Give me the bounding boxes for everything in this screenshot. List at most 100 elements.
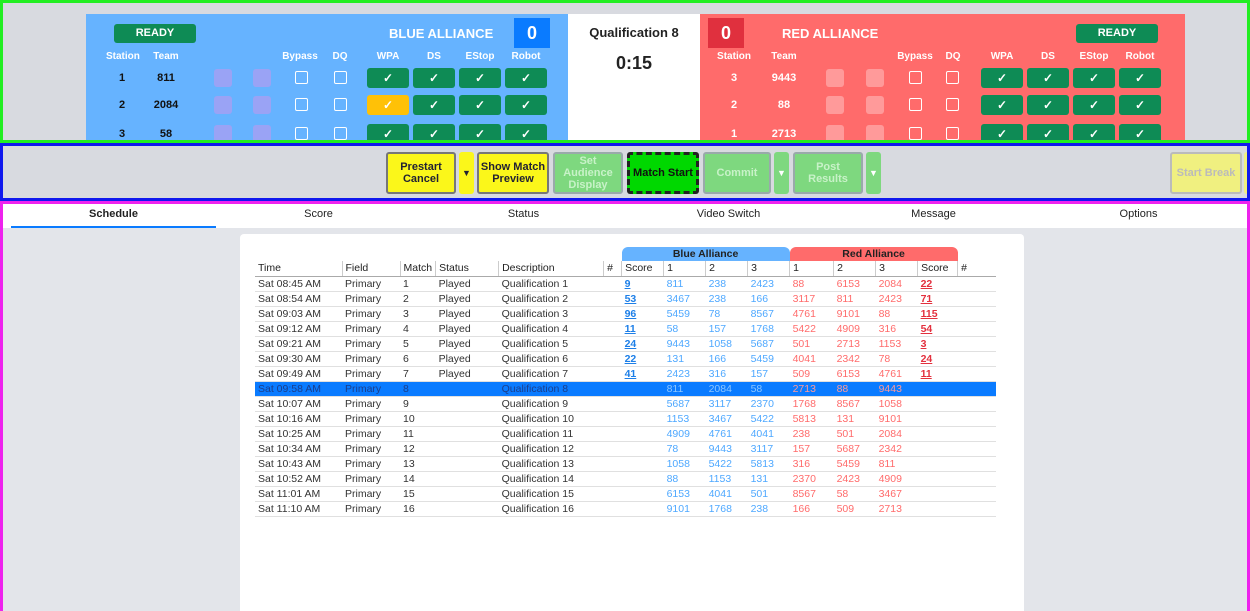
red-score-link[interactable]: 11 xyxy=(917,366,958,382)
prestart-cancel-button[interactable]: Prestart Cancel xyxy=(386,152,456,194)
table-row[interactable]: Sat 08:45 AM Primary 1 Played Qualification … xyxy=(255,276,996,292)
dq-checkbox[interactable] xyxy=(334,98,347,111)
blue-score-link[interactable] xyxy=(621,426,664,442)
estop-status[interactable]: ✓ xyxy=(459,95,501,115)
tab-schedule[interactable]: Schedule xyxy=(11,204,216,228)
dq-checkbox[interactable] xyxy=(946,71,959,84)
table-row[interactable]: Sat 11:01 AM Primary 15 Qualification 15 615… xyxy=(255,486,996,502)
red-score-link[interactable]: 24 xyxy=(917,351,958,367)
camera-icon[interactable] xyxy=(214,96,232,114)
red-score-link[interactable]: 71 xyxy=(917,291,958,307)
red-score-link[interactable]: 54 xyxy=(917,321,958,337)
table-row[interactable]: Sat 09:03 AM Primary 3 Played Qualification … xyxy=(255,306,996,322)
red-team-3-cell: 2084 xyxy=(875,276,918,292)
camera-icon[interactable] xyxy=(826,125,844,140)
log-icon[interactable] xyxy=(866,96,884,114)
table-row[interactable]: Sat 10:25 AM Primary 11 Qualification 11 490… xyxy=(255,426,996,442)
bypass-checkbox[interactable] xyxy=(295,127,308,140)
red-score-link[interactable] xyxy=(917,396,958,412)
prestart-dropdown-chevron-icon[interactable]: ▼ xyxy=(459,152,474,194)
log-icon[interactable] xyxy=(866,125,884,140)
bypass-checkbox[interactable] xyxy=(909,98,922,111)
dq-checkbox[interactable] xyxy=(946,98,959,111)
log-icon[interactable] xyxy=(253,69,271,87)
commit-button[interactable]: Commit xyxy=(703,152,771,194)
table-row[interactable]: Sat 09:12 AM Primary 4 Played Qualification … xyxy=(255,321,996,337)
estop-status[interactable]: ✓ xyxy=(1073,95,1115,115)
red-score-link[interactable] xyxy=(917,426,958,442)
blue-score-link[interactable]: 9 xyxy=(621,276,664,292)
table-row[interactable]: Sat 09:49 AM Primary 7 Played Qualification … xyxy=(255,366,996,382)
table-row[interactable]: Sat 10:07 AM Primary 9 Qualification 9 5687 3… xyxy=(255,396,996,412)
red-score-link[interactable] xyxy=(917,501,958,517)
camera-icon[interactable] xyxy=(826,69,844,87)
match-start-button[interactable]: Match Start xyxy=(627,152,699,194)
table-row[interactable]: Sat 10:34 AM Primary 12 Qualification 12 78 9… xyxy=(255,441,996,457)
table-row[interactable]: Sat 11:10 AM Primary 16 Qualification 16 910… xyxy=(255,501,996,517)
log-icon[interactable] xyxy=(866,69,884,87)
tab-video-switch[interactable]: Video Switch xyxy=(626,204,831,228)
red-score-link[interactable] xyxy=(917,441,958,457)
table-row-selected[interactable]: Sat 09:58 AM Primary 8 Qualification 8 811 20… xyxy=(255,381,996,397)
blue-score-link[interactable]: 96 xyxy=(621,306,664,322)
table-row[interactable]: Sat 10:52 AM Primary 14 Qualification 14 88 1… xyxy=(255,471,996,487)
bypass-checkbox[interactable] xyxy=(295,71,308,84)
table-row[interactable]: Sat 09:30 AM Primary 6 Played Qualification … xyxy=(255,351,996,367)
camera-icon[interactable] xyxy=(214,125,232,140)
red-score-link[interactable] xyxy=(917,381,958,397)
camera-icon[interactable] xyxy=(826,96,844,114)
red-score-link[interactable]: 22 xyxy=(917,276,958,292)
red-score-link[interactable] xyxy=(917,486,958,502)
tab-options[interactable]: Options xyxy=(1036,204,1241,228)
blue-score-link[interactable] xyxy=(621,501,664,517)
red-score-link[interactable] xyxy=(917,456,958,472)
set-audience-display-button[interactable]: Set Audience Display xyxy=(553,152,623,194)
red-score-link[interactable]: 3 xyxy=(917,336,958,352)
bypass-checkbox[interactable] xyxy=(909,127,922,140)
blue-score-link[interactable]: 24 xyxy=(621,336,664,352)
log-icon[interactable] xyxy=(253,125,271,140)
blue-score-link[interactable]: 53 xyxy=(621,291,664,307)
blue-score-link[interactable] xyxy=(621,411,664,427)
red-score-link[interactable] xyxy=(917,411,958,427)
table-row[interactable]: Sat 10:16 AM Primary 10 Qualification 10 115… xyxy=(255,411,996,427)
red-alliance-panel: 0 RED ALLIANCE READY Station Team Bypass… xyxy=(700,14,1185,140)
table-row[interactable]: Sat 10:43 AM Primary 13 Qualification 13 105… xyxy=(255,456,996,472)
commit-dropdown-chevron-icon[interactable]: ▼ xyxy=(774,152,789,194)
blue-score-link[interactable] xyxy=(621,471,664,487)
dq-checkbox[interactable] xyxy=(946,127,959,140)
blue-score-link[interactable] xyxy=(621,381,664,397)
post-results-dropdown-chevron-icon[interactable]: ▼ xyxy=(866,152,881,194)
show-match-preview-button[interactable]: Show Match Preview xyxy=(477,152,549,194)
estop-status[interactable]: ✓ xyxy=(1073,68,1115,88)
blue-score-link[interactable]: 11 xyxy=(621,321,664,337)
blue-score-link[interactable] xyxy=(621,456,664,472)
dq-checkbox[interactable] xyxy=(334,127,347,140)
col-description-cell: Qualification 10 xyxy=(498,411,604,427)
tab-message[interactable]: Message xyxy=(831,204,1036,228)
blue-score-link[interactable] xyxy=(621,396,664,412)
bypass-checkbox[interactable] xyxy=(909,71,922,84)
tab-status[interactable]: Status xyxy=(421,204,626,228)
camera-icon[interactable] xyxy=(214,69,232,87)
bypass-checkbox[interactable] xyxy=(295,98,308,111)
blue-score-link[interactable]: 41 xyxy=(621,366,664,382)
log-icon[interactable] xyxy=(253,96,271,114)
tab-score[interactable]: Score xyxy=(216,204,421,228)
blue-score-link[interactable] xyxy=(621,486,664,502)
estop-status[interactable]: ✓ xyxy=(1073,124,1115,140)
col-description: Description xyxy=(498,261,604,277)
post-results-button[interactable]: Post Results xyxy=(793,152,863,194)
col-status-cell xyxy=(435,471,499,487)
table-row[interactable]: Sat 08:54 AM Primary 2 Played Qualification … xyxy=(255,291,996,307)
dq-checkbox[interactable] xyxy=(334,71,347,84)
start-break-dropdown-chevron-icon[interactable]: ▼ xyxy=(1244,152,1247,194)
table-row[interactable]: Sat 09:21 AM Primary 5 Played Qualification … xyxy=(255,336,996,352)
estop-status[interactable]: ✓ xyxy=(459,124,501,140)
start-break-button[interactable]: Start Break xyxy=(1170,152,1242,194)
blue-score-link[interactable] xyxy=(621,441,664,457)
red-score-link[interactable] xyxy=(917,471,958,487)
estop-status[interactable]: ✓ xyxy=(459,68,501,88)
blue-score-link[interactable]: 22 xyxy=(621,351,664,367)
red-score-link[interactable]: 115 xyxy=(917,306,958,322)
